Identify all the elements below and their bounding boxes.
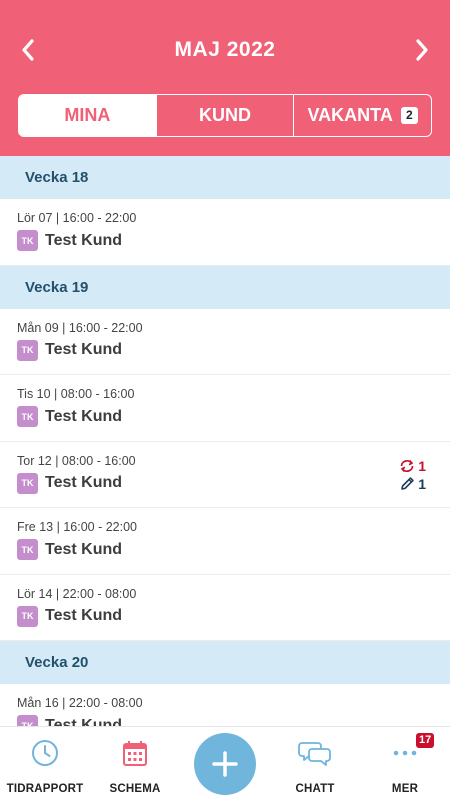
swap-indicator[interactable]: 1 bbox=[399, 458, 426, 474]
shift-client: TK Test Kund bbox=[17, 715, 122, 726]
week-header: Vecka 18 bbox=[0, 156, 450, 199]
shift-indicators: 11 bbox=[399, 458, 426, 492]
shift-client: TK Test Kund bbox=[17, 539, 122, 560]
tab-schema[interactable]: SCHEMA bbox=[90, 727, 180, 800]
shift-row[interactable]: Lör 07 | 16:00 - 22:00 TK Test Kund bbox=[0, 199, 450, 266]
client-initials-tag: TK bbox=[17, 472, 38, 494]
tab-label: CHATT bbox=[295, 783, 335, 795]
client-name: Test Kund bbox=[45, 474, 123, 491]
shift-client: TK Test Kund bbox=[17, 605, 123, 627]
shift-time: Mån 16 | 22:00 - 08:00 bbox=[17, 696, 143, 710]
tab-kund[interactable]: KUND bbox=[155, 95, 294, 136]
next-month-button[interactable] bbox=[408, 36, 436, 64]
shift-client: TK Test Kund bbox=[17, 472, 123, 494]
week-header: Vecka 20 bbox=[0, 641, 450, 684]
vakanta-count-badge: 2 bbox=[400, 107, 418, 124]
tab-label: TIDRAPPORT bbox=[6, 783, 84, 795]
edit-indicator[interactable]: 1 bbox=[400, 476, 426, 492]
client-initials-tag: TK bbox=[17, 406, 38, 427]
shift-row[interactable]: Fre 13 | 16:00 - 22:00 TK Test Kund bbox=[0, 508, 450, 575]
segmented-control: MINA KUND VAKANTA 2 bbox=[18, 94, 432, 137]
tab-vakanta[interactable]: VAKANTA 2 bbox=[293, 95, 431, 136]
client-name: Test Kund bbox=[45, 407, 123, 425]
month-title: MAJ 2022 bbox=[174, 38, 276, 61]
edit-count: 1 bbox=[418, 475, 426, 492]
tab-chatt[interactable]: CHATT bbox=[270, 727, 360, 800]
app-header: MAJ 2022 MINA KUND VAKANTA 2 bbox=[0, 0, 450, 156]
tab-label: MINA bbox=[64, 105, 111, 125]
client-initials-tag: TK bbox=[17, 715, 38, 726]
tab-label: SCHEMA bbox=[109, 783, 161, 795]
client-name: Test Kund bbox=[45, 341, 123, 358]
pencil-icon bbox=[401, 477, 414, 490]
bottom-tab-bar: TIDRAPPORT SCHEMA CHATT MER 17 bbox=[0, 726, 450, 800]
shift-time: Fre 13 | 16:00 - 22:00 bbox=[17, 520, 137, 534]
client-initials-tag: TK bbox=[17, 230, 38, 251]
tab-label: MER bbox=[391, 783, 419, 795]
shift-client: TK Test Kund bbox=[17, 406, 122, 427]
plus-icon bbox=[212, 751, 238, 777]
week-header: Vecka 19 bbox=[0, 265, 450, 309]
chevron-right-icon bbox=[416, 39, 428, 61]
tab-mer[interactable]: MER 17 bbox=[360, 727, 450, 800]
calendar-icon bbox=[123, 741, 147, 766]
client-initials-tag: TK bbox=[17, 339, 38, 361]
shift-row[interactable]: Mån 09 | 16:00 - 22:00 TK Test Kund bbox=[0, 309, 450, 375]
tab-label: VAKANTA bbox=[307, 105, 393, 125]
more-dots-icon bbox=[393, 750, 417, 756]
swap-icon bbox=[400, 459, 414, 472]
shift-time: Tor 12 | 08:00 - 16:00 bbox=[17, 453, 136, 468]
shift-client: TK Test Kund bbox=[17, 339, 123, 361]
shift-row[interactable]: Mån 16 | 22:00 - 08:00 TK Test Kund bbox=[0, 684, 450, 726]
client-name: Test Kund bbox=[45, 607, 123, 624]
client-name: Test Kund bbox=[45, 540, 123, 558]
swap-count: 1 bbox=[418, 457, 426, 474]
schedule-list[interactable]: Vecka 18 Lör 07 | 16:00 - 22:00 TK Test Kun… bbox=[0, 156, 450, 726]
add-button[interactable] bbox=[194, 733, 256, 795]
tab-tidrapport[interactable]: TIDRAPPORT bbox=[0, 727, 90, 800]
shift-time: Mån 09 | 16:00 - 22:00 bbox=[17, 320, 143, 335]
client-initials-tag: TK bbox=[17, 539, 38, 560]
chat-bubbles-icon bbox=[298, 742, 331, 766]
clock-icon bbox=[32, 740, 58, 766]
notification-badge: 17 bbox=[416, 733, 435, 748]
shift-row[interactable]: Tor 12 | 08:00 - 16:00 TK Test Kund 1 1 bbox=[0, 442, 450, 508]
tab-mina[interactable]: MINA bbox=[19, 95, 156, 136]
shift-time: Lör 14 | 22:00 - 08:00 bbox=[17, 586, 137, 601]
client-name: Test Kund bbox=[45, 716, 123, 727]
shift-row[interactable]: Lör 14 | 22:00 - 08:00 TK Test Kund bbox=[0, 575, 450, 641]
client-name: Test Kund bbox=[45, 231, 123, 249]
shift-row[interactable]: Tis 10 | 08:00 - 16:00 TK Test Kund bbox=[0, 375, 450, 442]
client-initials-tag: TK bbox=[17, 605, 38, 627]
shift-client: TK Test Kund bbox=[17, 230, 122, 251]
shift-time: Tis 10 | 08:00 - 16:00 bbox=[17, 387, 135, 401]
shift-time: Lör 07 | 16:00 - 22:00 bbox=[17, 211, 137, 225]
tab-label: KUND bbox=[199, 105, 251, 125]
